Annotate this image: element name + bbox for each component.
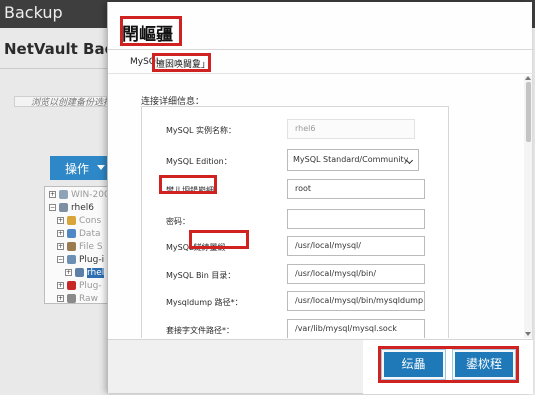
plugin-icon [67,255,76,264]
tree-item-data[interactable]: + Data [57,229,101,241]
expand-icon[interactable]: + [65,269,72,276]
expand-icon[interactable]: + [57,243,64,250]
server-icon [59,203,68,212]
crumb-highlight-box [152,53,211,72]
hint-text: 浏览以创建备份选择 [31,98,113,108]
title-divider [108,49,533,50]
expand-icon[interactable]: + [57,230,64,237]
edition-select[interactable]: MySQL Standard/Community [287,149,419,171]
heading-divider [0,68,110,69]
plugin-icon [67,216,76,225]
dialog-scroll-area[interactable]: 连接详细信息： MySQL 实例名称： rhel6 MySQL Edition：… [108,76,533,338]
connection-form: MySQL 实例名称： rhel6 MySQL Edition： MySQL S… [141,106,449,338]
tree-item-label: File S [79,242,103,252]
instance-name-label: MySQL 实例名称： [166,126,237,135]
app-heading: NetVault Back [4,40,124,58]
password-field[interactable] [287,209,425,229]
action-button-label: 操作 [65,162,90,176]
app-window-title: Backup [4,3,63,22]
tree-item-file[interactable]: + File S [57,242,103,254]
chevron-down-icon [97,165,105,170]
password-label: 密码： [166,217,190,226]
expand-icon[interactable]: + [57,217,64,224]
mysql-dir-field[interactable]: /usr/local/mysql/ [287,236,425,256]
socket-path-field[interactable]: /var/lib/mysql/mysql.sock [287,319,425,338]
mysql-dir-highlight-box [189,230,249,249]
title-highlight-box [120,16,182,46]
bin-dir-label: MySQL Bin 目录： [166,271,236,280]
edition-select-value: MySQL Standard/Community [293,155,409,164]
tree-item-cons[interactable]: + Cons [57,216,101,228]
tree-item-label: Data [79,229,101,239]
tree-item-label: Plug-i [79,255,105,265]
collapse-icon[interactable]: − [49,204,56,211]
expand-icon[interactable]: + [57,282,64,289]
scroll-thumb[interactable] [526,82,531,142]
tree-item-label: Plug- [79,281,102,291]
tree-item-rhel[interactable]: + rhel [65,268,105,280]
edition-label: MySQL Edition： [166,157,232,166]
mysqldump-path-field[interactable]: /usr/local/mysql/bin/mysqldump [287,291,425,311]
paperclip-icon [67,242,76,251]
scroll-down-icon[interactable] [525,332,531,336]
scroll-up-icon[interactable] [525,76,531,80]
instance-name-field: rhel6 [287,119,415,139]
expand-icon[interactable]: + [57,295,64,302]
dialog-footer: 纭畾 鍙栨秷 [108,339,533,394]
server-icon [59,190,68,199]
mysqldump-path-label: Mysqldump 路径*： [166,298,243,307]
expand-icon[interactable]: + [49,191,56,198]
buttons-highlight-box [378,346,519,383]
tree-item-label: rhel [87,268,105,278]
tree-item-plugin[interactable]: − Plug-i [57,255,104,267]
plugin-icon [67,281,76,290]
tree-item-plugin-2[interactable]: + Plug- [57,281,102,293]
selection-tree[interactable]: + WIN-2003 − rhel6 + Cons + Data + File S − Pl… [44,186,115,306]
disk-icon [67,294,76,303]
configure-dialog: 閈嶇疆 MySQL 澶囦唤閫夐」 连接详细信息： MySQL 实例名称： rhe… [107,2,533,394]
tree-item-raw[interactable]: + Raw [57,294,98,306]
username-field[interactable]: root [287,179,425,199]
database-icon [67,229,76,238]
crumb-divider [108,73,533,74]
username-highlight-box [159,175,217,194]
tree-item-label: Cons [79,216,102,226]
tree-item-label: Raw [79,294,98,304]
socket-path-label: 套接字文件路径*： [166,326,234,335]
action-button[interactable]: 操作 [50,156,110,180]
tree-item-win2003[interactable]: + WIN-2003 [49,190,115,202]
bin-dir-field[interactable]: /usr/local/mysql/bin/ [287,264,425,284]
tree-item-rhel6[interactable]: − rhel6 [49,203,94,215]
tree-item-label: rhel6 [71,203,95,213]
database-icon [75,268,84,277]
collapse-icon[interactable]: − [57,256,64,263]
